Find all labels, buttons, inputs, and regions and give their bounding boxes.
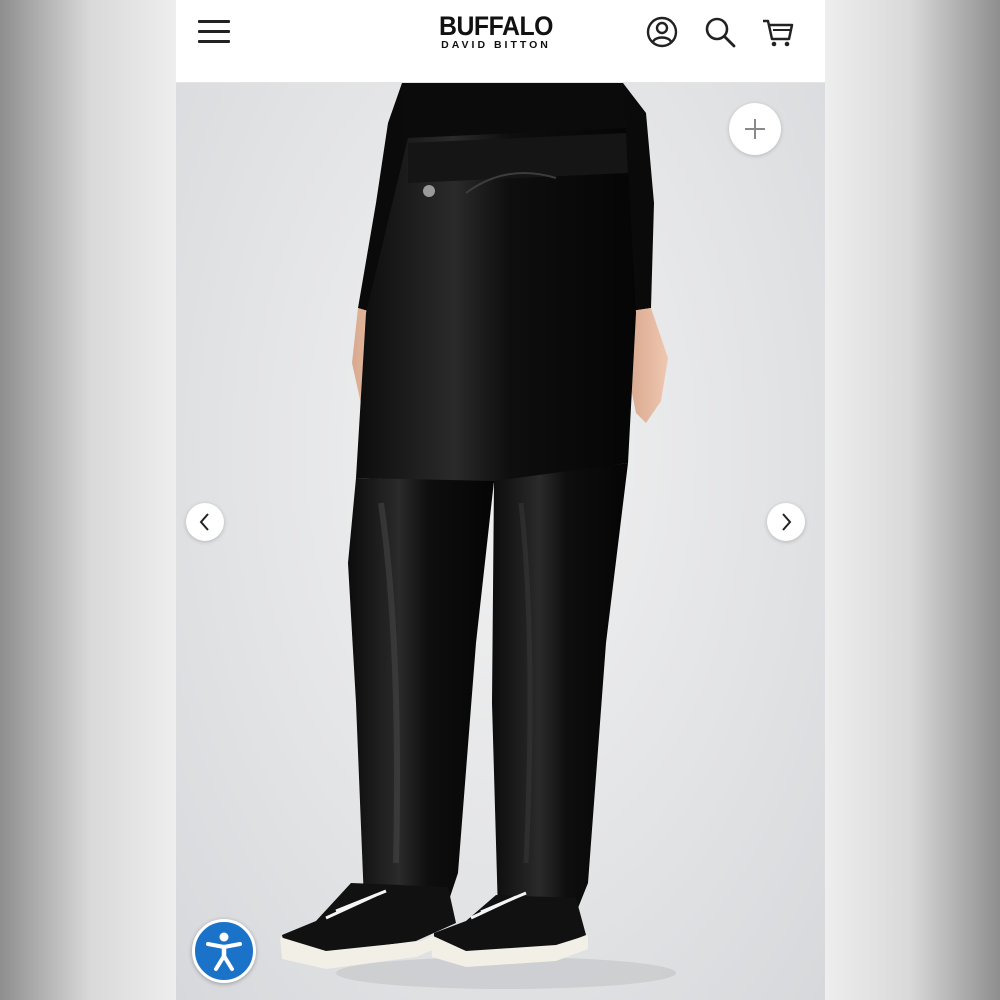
cart-icon[interactable] <box>761 14 795 50</box>
brand-name: BUFFALO <box>438 11 554 41</box>
search-icon[interactable] <box>703 14 737 50</box>
plus-icon[interactable] <box>729 103 781 155</box>
product-image-gallery[interactable] <box>176 83 825 1000</box>
account-icon[interactable] <box>645 14 679 50</box>
brand-logo[interactable]: BUFFALO DAVID BITTON <box>434 12 558 51</box>
site-header: BUFFALO DAVID BITTON <box>176 0 825 83</box>
chevron-left-icon[interactable] <box>186 503 224 541</box>
product-photo <box>280 83 676 989</box>
phone-screen: BUFFALO DAVID BITTON <box>176 0 825 1000</box>
hamburger-menu-icon[interactable] <box>198 18 230 46</box>
chevron-right-icon[interactable] <box>767 503 805 541</box>
accessibility-icon[interactable] <box>192 919 256 983</box>
